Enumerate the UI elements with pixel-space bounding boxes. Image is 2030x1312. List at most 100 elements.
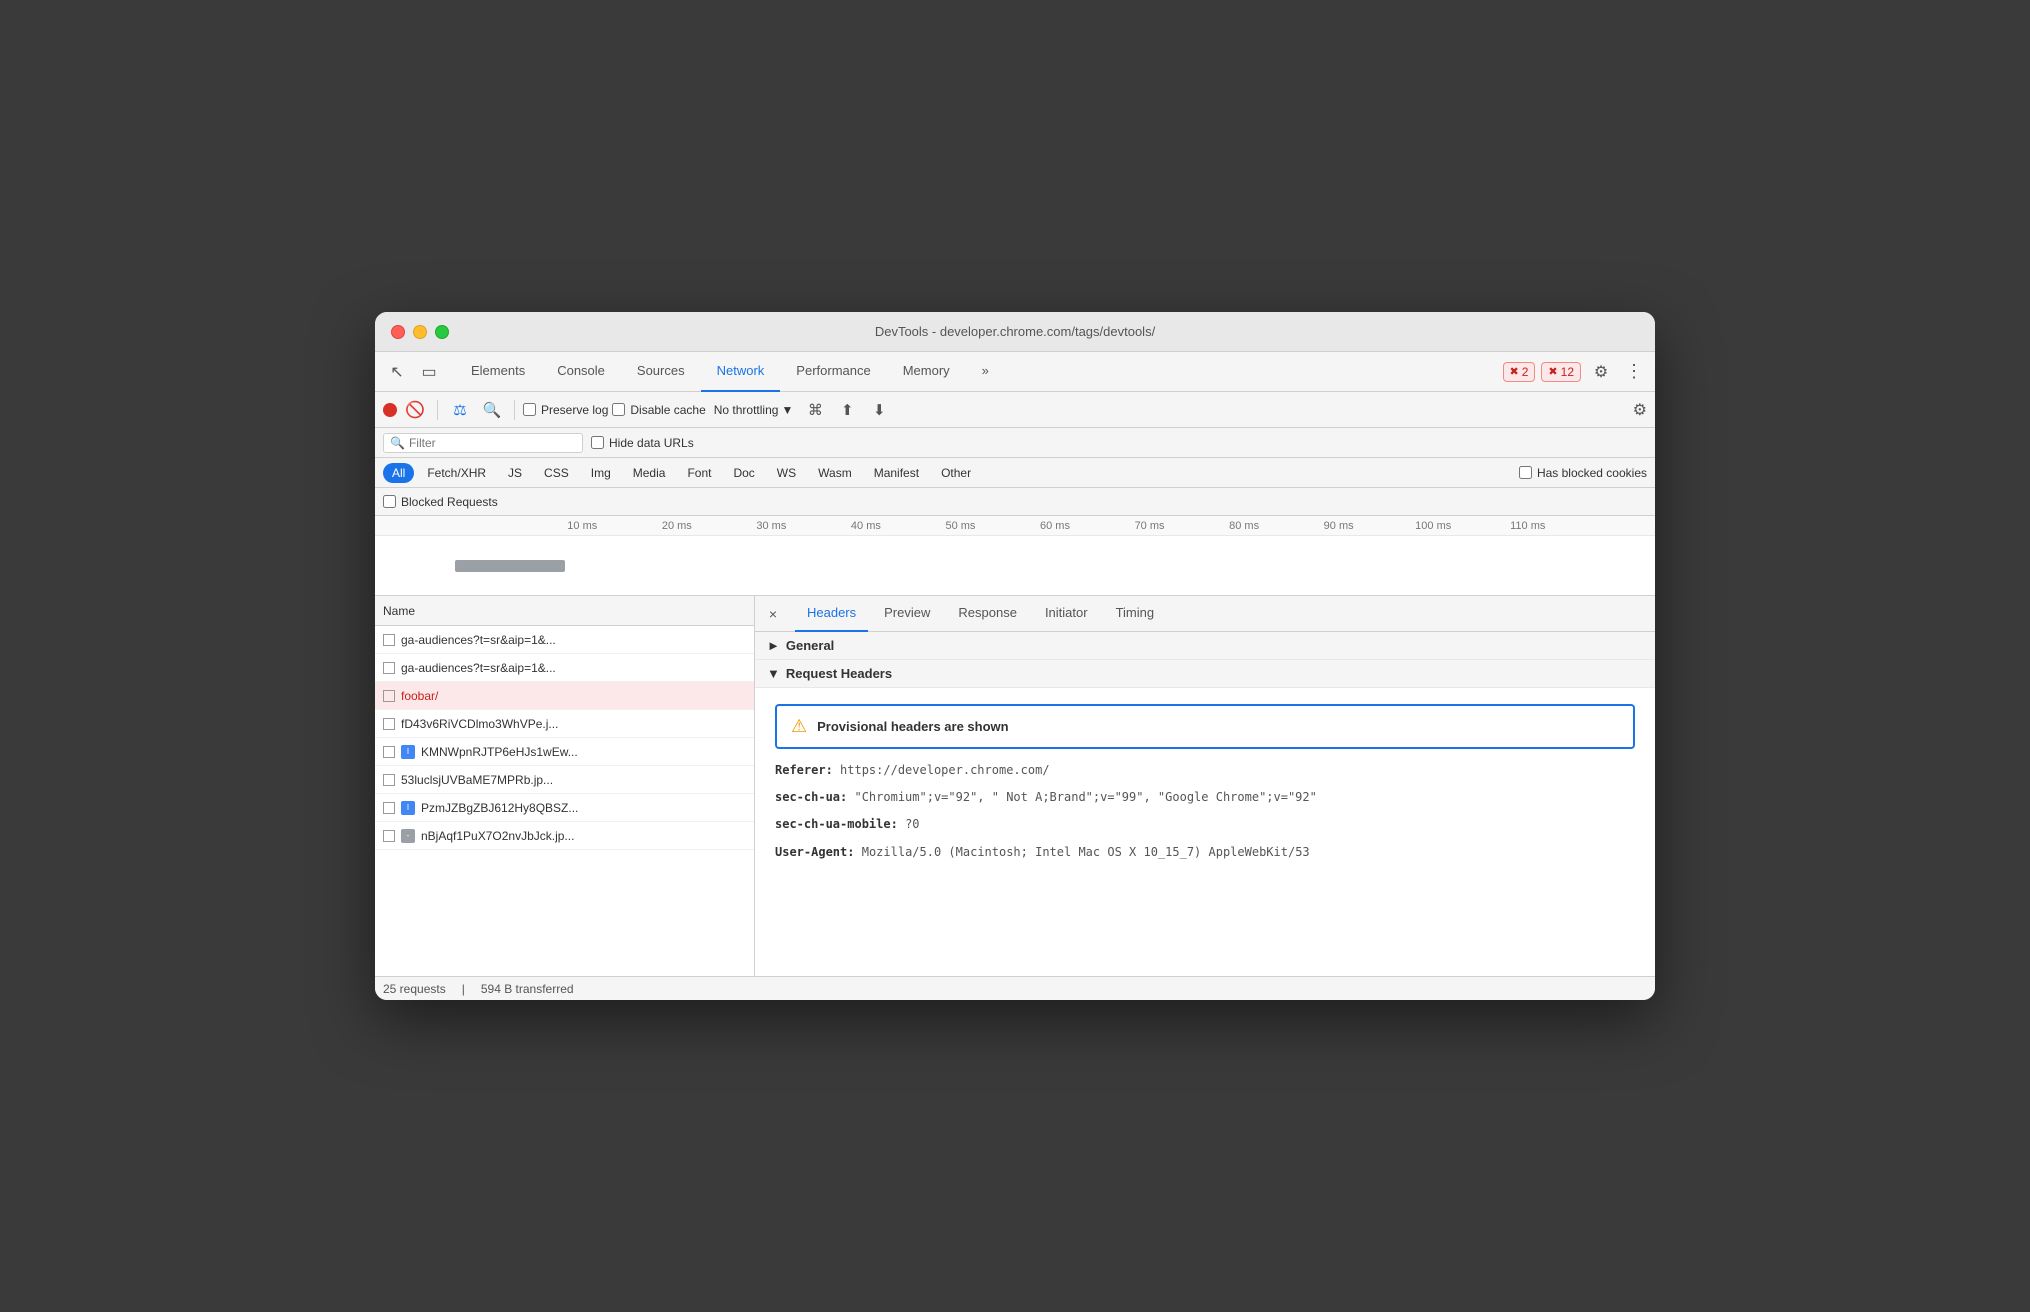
request-checkbox-3[interactable] — [383, 690, 395, 702]
request-checkbox-2[interactable] — [383, 662, 395, 674]
header-row-sec-ch-ua-mobile: sec-ch-ua-mobile: ?0 — [775, 811, 1635, 838]
request-headers-section-header[interactable]: ▼ Request Headers — [755, 660, 1655, 688]
tab-network[interactable]: Network — [701, 352, 781, 392]
type-filter-doc[interactable]: Doc — [724, 463, 763, 483]
request-item[interactable]: fD43v6RiVCDlmo3WhVPe.j... — [375, 710, 754, 738]
request-name-1: ga-audiences?t=sr&aip=1&... — [401, 633, 746, 647]
warning-badge[interactable]: ✖ 12 — [1541, 362, 1581, 382]
tab-sources[interactable]: Sources — [621, 352, 701, 392]
type-filter-fetch-xhr[interactable]: Fetch/XHR — [418, 463, 495, 483]
request-item[interactable]: ga-audiences?t=sr&aip=1&... — [375, 654, 754, 682]
type-filter-js[interactable]: JS — [499, 463, 531, 483]
referer-header-name: Referer: — [775, 763, 833, 777]
preserve-log-checkbox[interactable] — [523, 403, 536, 416]
general-section-header[interactable]: ► General — [755, 632, 1655, 660]
more-options-icon[interactable]: ⋮ — [1621, 361, 1647, 382]
has-blocked-cookies-checkbox[interactable] — [1519, 466, 1532, 479]
request-item[interactable]: 53luclsjUVBaME7MPRb.jp... — [375, 766, 754, 794]
header-row-sec-ch-ua: sec-ch-ua: "Chromium";v="92", " Not A;Br… — [775, 784, 1635, 811]
type-filter-other[interactable]: Other — [932, 463, 980, 483]
has-blocked-cookies-text: Has blocked cookies — [1537, 466, 1647, 480]
type-filter-font[interactable]: Font — [678, 463, 720, 483]
request-checkbox-4[interactable] — [383, 718, 395, 730]
tab-response[interactable]: Response — [946, 596, 1029, 632]
filter-row: 🔍 Hide data URLs — [375, 428, 1655, 458]
request-checkbox-7[interactable] — [383, 802, 395, 814]
error-icon: ✖ — [1510, 365, 1519, 378]
divider: | — [462, 982, 465, 996]
disable-cache-checkbox[interactable] — [612, 403, 625, 416]
type-filter-all[interactable]: All — [383, 463, 414, 483]
timeline-label-100ms: 100 ms — [1386, 520, 1481, 532]
type-filter-manifest[interactable]: Manifest — [865, 463, 928, 483]
network-toolbar: 🚫 ⚖ 🔍 Preserve log Disable cache No thro… — [375, 392, 1655, 428]
request-headers-section-title: Request Headers — [786, 666, 892, 681]
general-chevron-icon: ► — [767, 638, 780, 653]
cursor-icon[interactable]: ↖ — [383, 358, 411, 386]
blocked-requests-checkbox-label[interactable]: Blocked Requests — [383, 495, 498, 509]
request-name-2: ga-audiences?t=sr&aip=1&... — [401, 661, 746, 675]
type-filter-css[interactable]: CSS — [535, 463, 578, 483]
details-pane: × Headers Preview Response Initiator Tim… — [755, 596, 1655, 976]
request-headers-chevron-icon: ▼ — [767, 666, 780, 681]
type-filter-img[interactable]: Img — [582, 463, 620, 483]
wifi-icon[interactable]: ⌘ — [801, 396, 829, 424]
request-checkbox-8[interactable] — [383, 830, 395, 842]
minimize-button[interactable] — [413, 325, 427, 339]
tab-elements[interactable]: Elements — [455, 352, 541, 392]
device-icon[interactable]: ▭ — [415, 358, 443, 386]
request-checkbox-1[interactable] — [383, 634, 395, 646]
devtools-window: DevTools - developer.chrome.com/tags/dev… — [375, 312, 1655, 1000]
error-badge[interactable]: ✖ 2 — [1503, 362, 1536, 382]
filter-icon[interactable]: ⚖ — [446, 396, 474, 424]
tab-console[interactable]: Console — [541, 352, 621, 392]
titlebar: DevTools - developer.chrome.com/tags/dev… — [375, 312, 1655, 352]
request-item[interactable]: ga-audiences?t=sr&aip=1&... — [375, 626, 754, 654]
header-row-user-agent: User-Agent: Mozilla/5.0 (Macintosh; Inte… — [775, 839, 1635, 866]
settings-icon[interactable]: ⚙ — [1587, 358, 1615, 386]
request-item[interactable]: I KMNWpnRJTP6eHJs1wEw... — [375, 738, 754, 766]
throttle-label: No throttling — [714, 403, 779, 417]
tab-initiator[interactable]: Initiator — [1033, 596, 1100, 632]
request-checkbox-6[interactable] — [383, 774, 395, 786]
clear-button[interactable]: 🚫 — [401, 396, 429, 424]
hide-data-urls-label[interactable]: Hide data URLs — [591, 436, 694, 450]
toolbar-divider-2 — [514, 400, 515, 420]
request-item-selected[interactable]: foobar/ — [375, 682, 754, 710]
tab-headers[interactable]: Headers — [795, 596, 868, 632]
close-button[interactable] — [391, 325, 405, 339]
timeline-label-110ms: 110 ms — [1480, 520, 1575, 532]
has-blocked-cookies-label[interactable]: Has blocked cookies — [1519, 466, 1647, 480]
requests-name-column: Name — [383, 604, 415, 618]
tab-memory[interactable]: Memory — [887, 352, 966, 392]
disable-cache-checkbox-label[interactable]: Disable cache — [612, 403, 705, 417]
blocked-requests-checkbox[interactable] — [383, 495, 396, 508]
download-icon[interactable]: ⬇ — [865, 396, 893, 424]
type-filter-media[interactable]: Media — [624, 463, 675, 483]
request-item[interactable]: I PzmJZBgZBJ612Hy8QBSZ... — [375, 794, 754, 822]
tab-timing[interactable]: Timing — [1104, 596, 1167, 632]
tab-performance[interactable]: Performance — [780, 352, 886, 392]
throttle-select[interactable]: No throttling ▼ — [710, 401, 798, 419]
hide-data-urls-checkbox[interactable] — [591, 436, 604, 449]
timeline-label-50ms: 50 ms — [913, 520, 1008, 532]
type-filter-ws[interactable]: WS — [768, 463, 805, 483]
upload-icon[interactable]: ⬆ — [833, 396, 861, 424]
timeline-label-70ms: 70 ms — [1102, 520, 1197, 532]
close-details-button[interactable]: × — [763, 604, 783, 624]
tab-more[interactable]: » — [966, 352, 1005, 392]
blocked-requests-text: Blocked Requests — [401, 495, 498, 509]
search-icon[interactable]: 🔍 — [478, 396, 506, 424]
record-button[interactable] — [383, 403, 397, 417]
timeline-label-30ms: 30 ms — [724, 520, 819, 532]
request-item[interactable]: - nBjAqf1PuX7O2nvJbJck.jp... — [375, 822, 754, 850]
transferred-size: 594 B transferred — [481, 982, 574, 996]
hide-data-urls-text: Hide data URLs — [609, 436, 694, 450]
preserve-log-checkbox-label[interactable]: Preserve log — [523, 403, 608, 417]
filter-input[interactable] — [409, 436, 576, 450]
network-settings-icon[interactable]: ⚙ — [1633, 400, 1647, 420]
maximize-button[interactable] — [435, 325, 449, 339]
request-checkbox-5[interactable] — [383, 746, 395, 758]
tab-preview[interactable]: Preview — [872, 596, 942, 632]
type-filter-wasm[interactable]: Wasm — [809, 463, 861, 483]
